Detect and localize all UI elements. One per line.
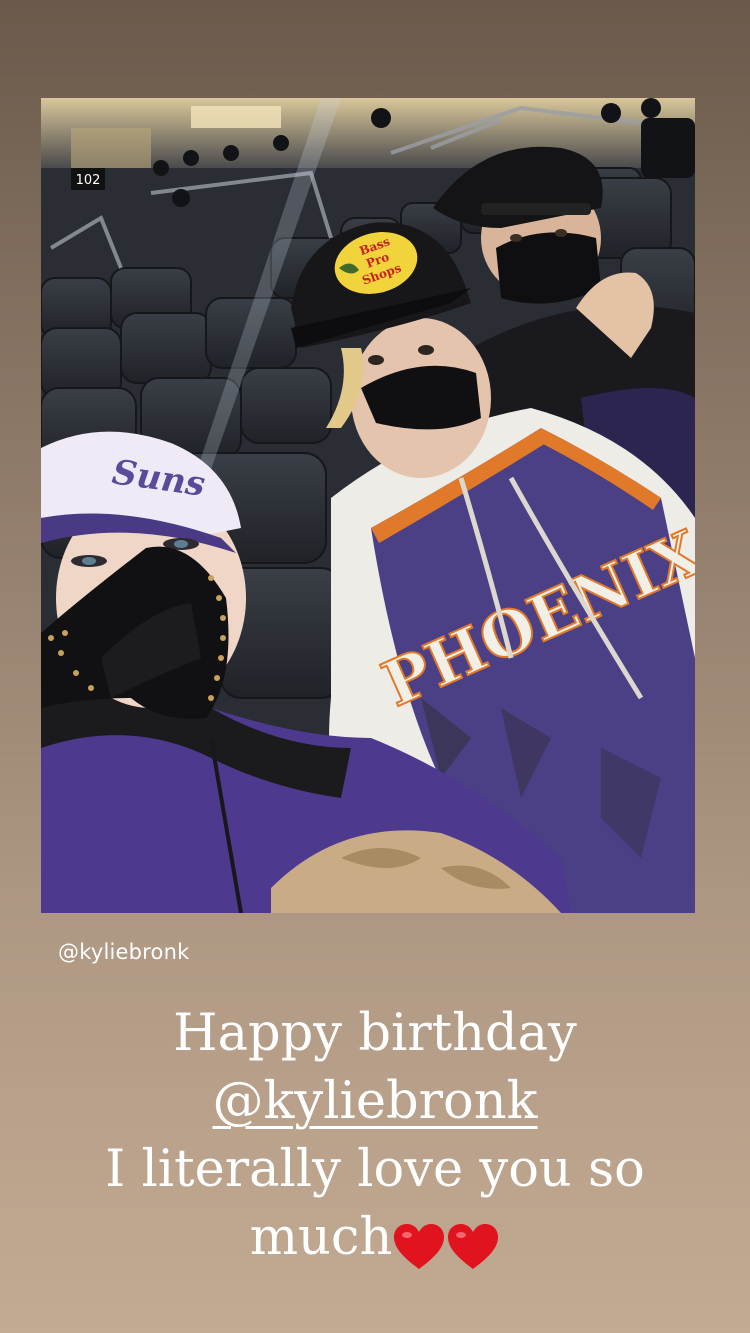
mention-sticker[interactable]: @kyliebronk bbox=[58, 940, 189, 964]
caption-line-4-wrapper: much bbox=[0, 1204, 750, 1278]
section-number: 102 bbox=[76, 173, 101, 188]
caption-line-1: Happy birthday bbox=[173, 1004, 577, 1063]
caption-mention-line: @kyliebronk bbox=[0, 1068, 750, 1136]
selfie-photo[interactable]: 102 PHOENIX Bass Pro Shops Suns bbox=[41, 98, 695, 913]
story-caption: Happy birthday @kyliebronk I literally l… bbox=[0, 1000, 750, 1278]
caption-mention-link[interactable]: @kyliebronk bbox=[212, 1068, 537, 1136]
section-sign: 102 bbox=[71, 168, 105, 190]
caption-line-4: much bbox=[249, 1208, 393, 1267]
heart-emoji bbox=[448, 1224, 499, 1269]
heart-emojis bbox=[392, 1210, 500, 1278]
photo-illustration: 102 PHOENIX Bass Pro Shops Suns bbox=[41, 98, 695, 913]
caption-line-3: I literally love you so bbox=[105, 1140, 645, 1199]
heart-emoji bbox=[394, 1224, 445, 1269]
